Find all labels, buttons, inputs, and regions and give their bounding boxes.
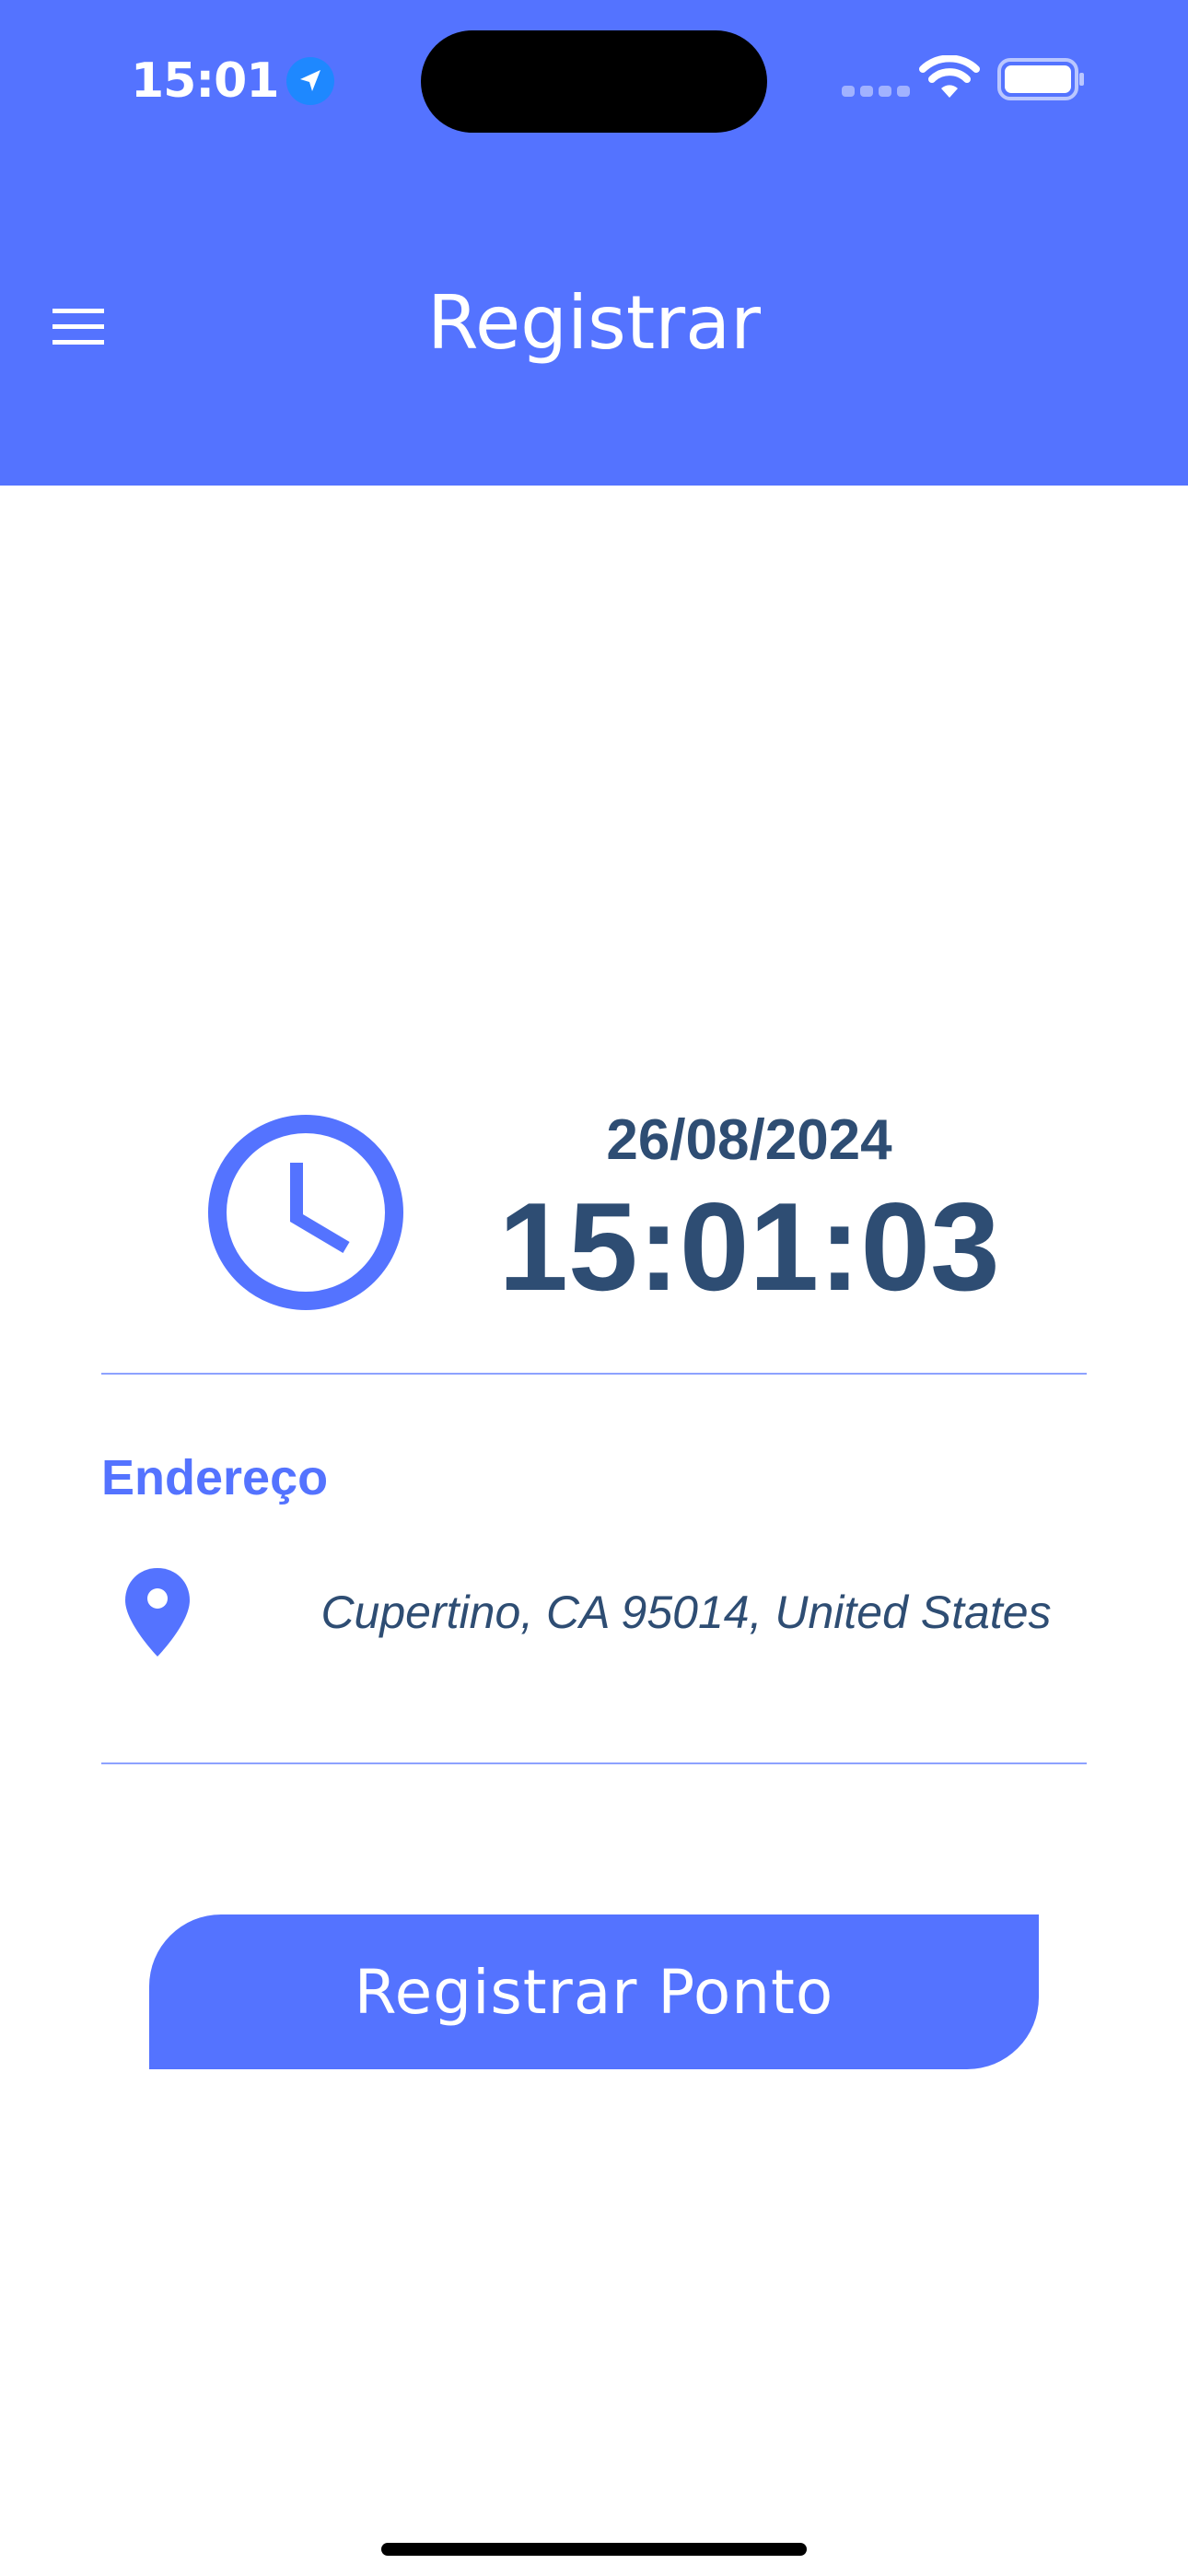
address-label: Endereço: [101, 1450, 329, 1505]
status-time-text: 15:01: [131, 53, 280, 109]
page-title: Registrar: [426, 280, 762, 366]
clock-icon: [208, 1115, 403, 1310]
cellular-signal-icon: [842, 86, 910, 97]
register-point-button[interactable]: Registrar Ponto: [149, 1914, 1039, 2069]
dynamic-island: [421, 30, 767, 133]
wifi-icon: [919, 55, 980, 98]
current-date: 26/08/2024: [606, 1108, 892, 1172]
home-indicator[interactable]: [381, 2543, 807, 2556]
divider-bottom: [101, 1762, 1087, 1764]
status-bar-time: 15:01: [131, 52, 336, 111]
battery-icon: [997, 58, 1084, 100]
address-value: Cupertino, CA 95014, United States: [320, 1587, 1052, 1638]
divider-top: [101, 1373, 1087, 1375]
app-header: 15:01 Registrar: [0, 0, 1188, 486]
current-time: 15:01:03: [498, 1177, 1000, 1317]
location-arrow-icon: [285, 55, 336, 107]
map-pin-icon: [125, 1568, 190, 1657]
